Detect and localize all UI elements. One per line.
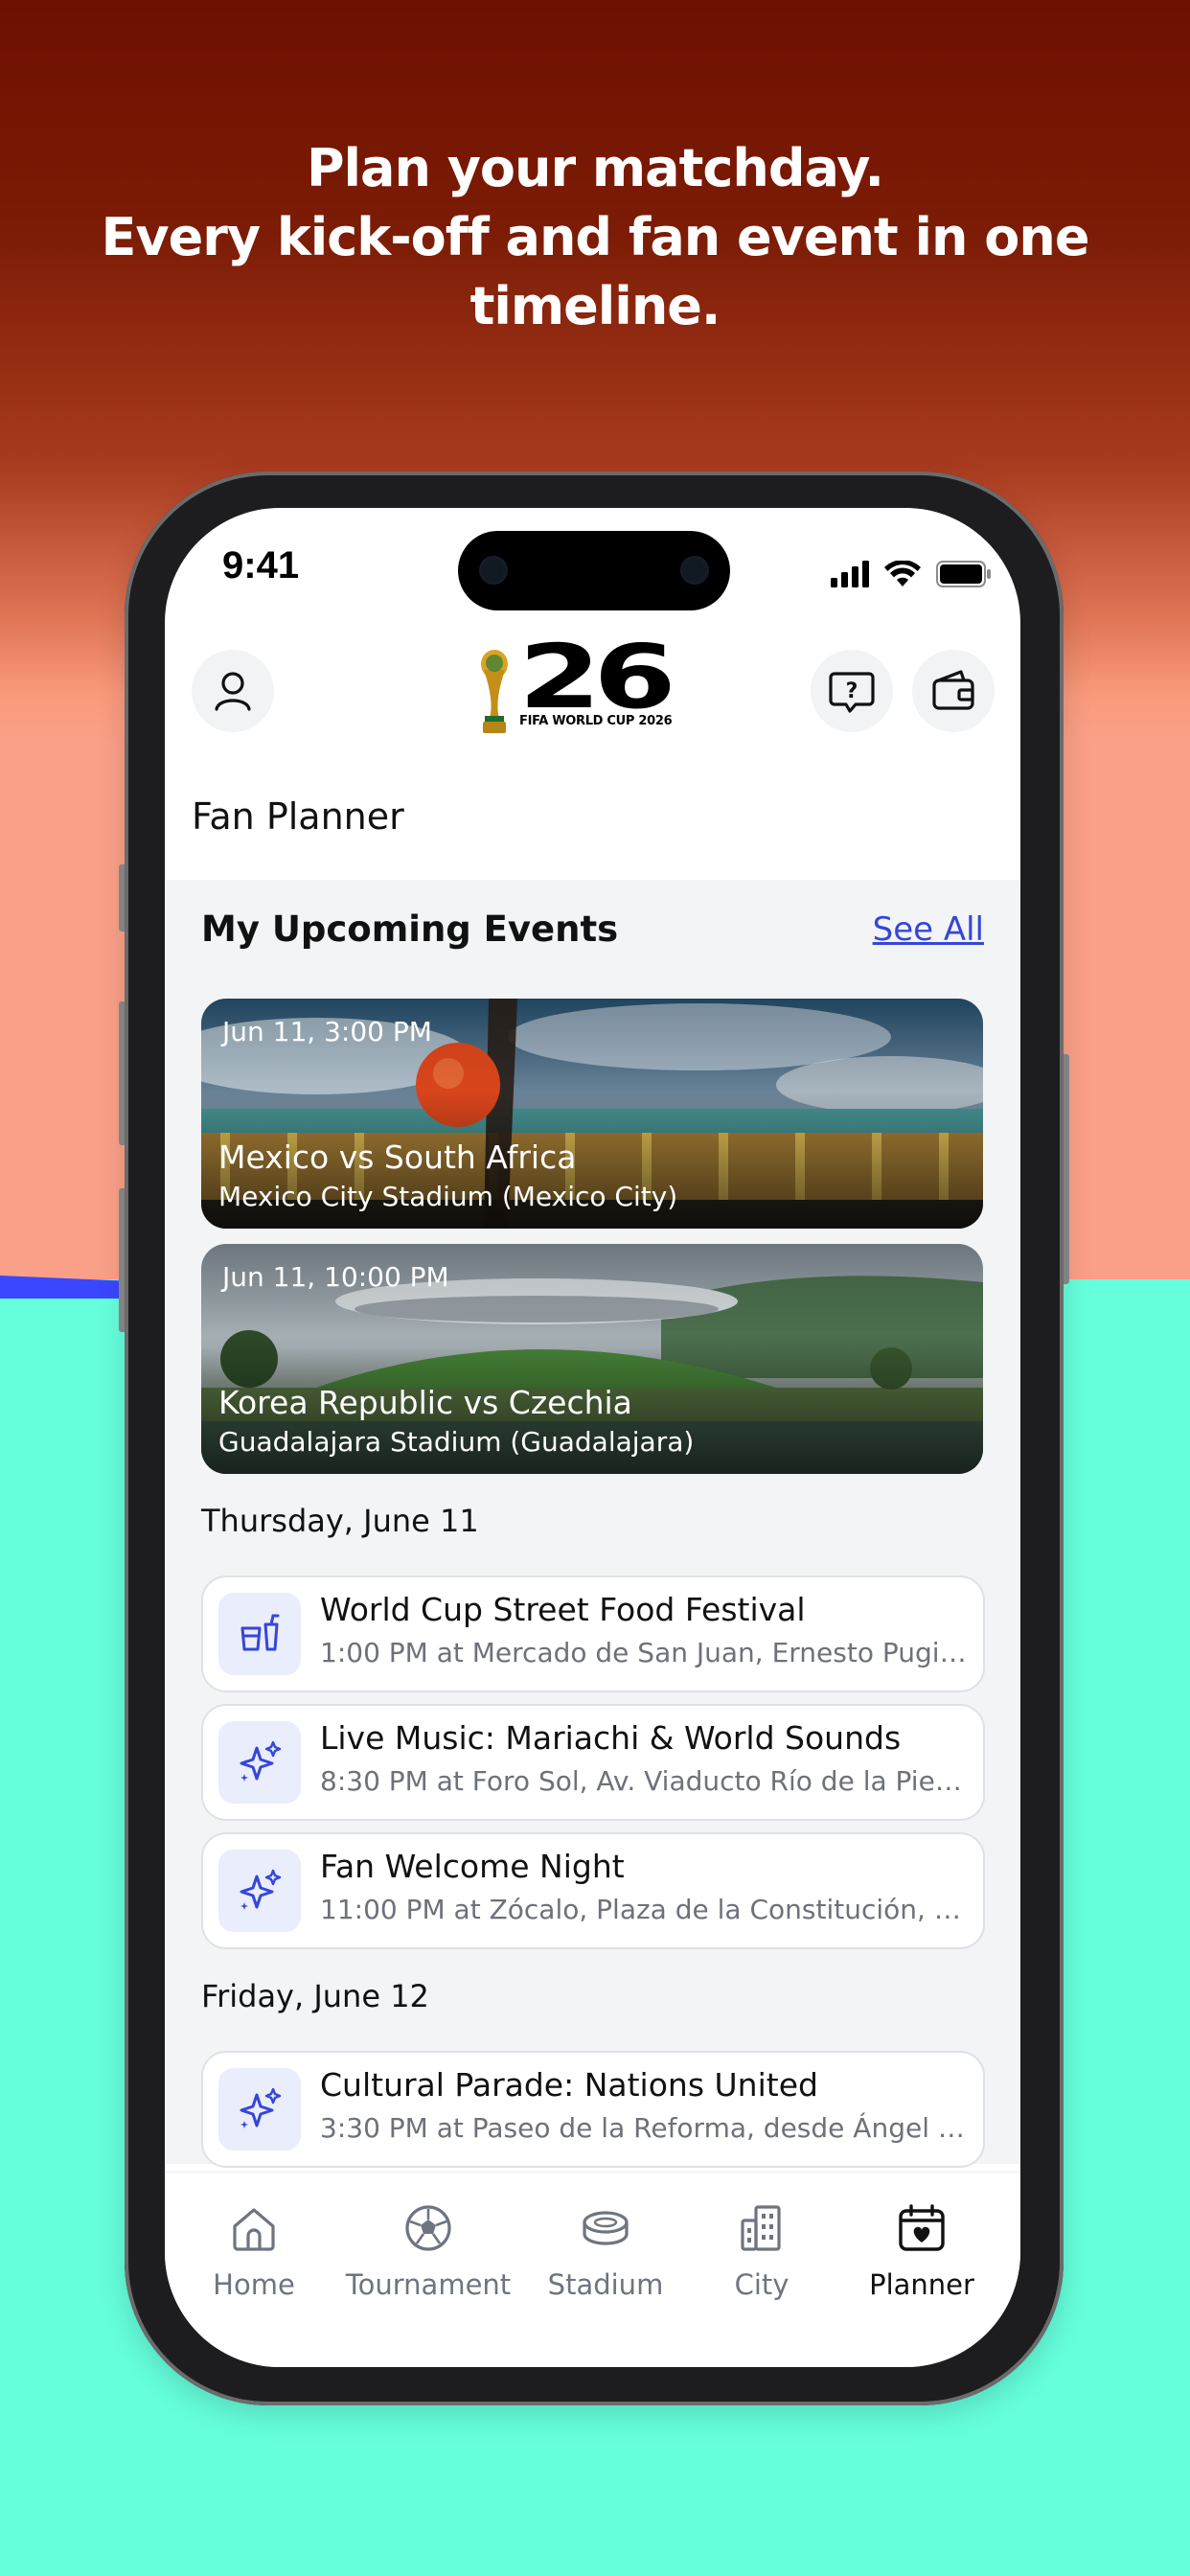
match-time: Jun 11, 10:00 PM [222,1261,449,1293]
match-venue: Guadalajara Stadium (Guadalajara) [218,1426,695,1458]
tab-home[interactable]: Home [213,2201,295,2301]
wallet-icon [932,670,974,710]
calendar-heart-icon [899,2204,945,2251]
home-icon [233,2208,275,2251]
event-time: 11:00 PM [320,1894,446,1925]
tab-label: City [734,2268,790,2301]
event-details: 3:30 PM at Paseo de la Reforma, desde Án… [320,2112,972,2144]
event-card-fan-welcome-night[interactable]: Fan Welcome Night 11:00 PM at Zócalo, Pl… [201,1832,985,1949]
event-details: 11:00 PM at Zócalo, Plaza de la Constitu… [320,1894,972,1925]
match-venue: Mexico City Stadium (Mexico City) [218,1181,678,1212]
promo-headline: Plan your matchday. Every kick-off and f… [0,134,1190,341]
match-card-mexico-south-africa[interactable]: Jun 11, 3:00 PM Mexico vs South Africa M… [201,999,983,1229]
football-icon [405,2205,451,2251]
status-time: 9:41 [222,544,300,586]
tab-label: Home [213,2268,295,2301]
promo-line-1: Plan your matchday. [306,138,884,198]
event-location: at Paseo de la Reforma, desde Ángel de l… [436,2112,972,2144]
event-card-cultural-parade[interactable]: Cultural Parade: Nations United 3:30 PM … [201,2051,985,2168]
event-card-street-food[interactable]: World Cup Street Food Festival 1:00 PM a… [201,1576,985,1692]
event-card-live-music[interactable]: Live Music: Mariachi & World Sounds 8:30… [201,1704,985,1821]
event-time: 8:30 PM [320,1765,428,1797]
help-chat-icon: ? [829,672,875,713]
promo-line-2: Every kick-off and fan event in one [101,207,1090,267]
sparkle-icon [240,2087,282,2128]
wifi-icon [884,561,921,586]
day-label-thursday: Thursday, June 11 [201,1503,479,1539]
event-icon-box [218,2068,301,2150]
match-teams: Korea Republic vs Czechia [218,1384,632,1421]
logo-number: 26 [518,626,676,728]
dynamic-island [458,531,730,610]
event-location: at Foro Sol, Av. Viaducto Río de la Pied… [436,1765,972,1797]
camera-icon [479,556,508,585]
svg-text:?: ? [846,679,858,703]
food-icon [240,1614,280,1651]
tab-label: Tournament [345,2268,512,2301]
event-details: 8:30 PM at Foro Sol, Av. Viaducto Río de… [320,1765,972,1797]
stadium-icon [583,2211,629,2245]
tab-label: Stadium [547,2268,664,2301]
event-details: 1:00 PM at Mercado de San Juan, Ernesto … [320,1637,972,1668]
tab-tournament[interactable]: Tournament [345,2201,512,2301]
event-title: Cultural Parade: Nations United [320,2066,818,2104]
status-icons [831,558,992,590]
tab-label: Planner [869,2268,974,2301]
sensor-icon [680,556,709,585]
event-icon-box [218,1593,301,1675]
tab-stadium[interactable]: Stadium [548,2201,663,2301]
event-icon-box [218,1721,301,1804]
event-title: World Cup Street Food Festival [320,1591,806,1628]
event-location: at Mercado de San Juan, Ernesto Pugibet … [436,1637,972,1668]
user-icon [215,672,251,711]
match-card-korea-czechia[interactable]: Jun 11, 10:00 PM Korea Republic vs Czech… [201,1244,983,1474]
battery-icon [936,561,991,587]
help-button[interactable]: ? [811,650,893,732]
event-time: 1:00 PM [320,1637,428,1668]
tab-planner[interactable]: Planner [868,2201,975,2301]
page-title: Fan Planner [192,795,404,838]
fifa-world-cup-logo: 26 FIFA WORLD CUP 2026 [476,630,706,738]
phone-screen: 9:41 26 FIFA WORLD CUP 2026 ? Fan Planne… [165,508,1020,2367]
event-title: Fan Welcome Night [320,1848,625,1885]
upcoming-events-title: My Upcoming Events [201,908,619,950]
wallet-button[interactable] [912,650,995,732]
signal-icon [831,561,869,587]
planner-content: My Upcoming Events See All Jun 11, 3:00 … [165,880,1020,2168]
city-icon [741,2205,781,2251]
match-time: Jun 11, 3:00 PM [222,1016,432,1047]
match-teams: Mexico vs South Africa [218,1138,577,1176]
promo-line-3: timeline. [469,276,721,336]
tab-city[interactable]: City [719,2201,805,2301]
event-title: Live Music: Mariachi & World Sounds [320,1719,902,1757]
day-label-friday: Friday, June 12 [201,1978,429,2014]
see-all-link[interactable]: See All [873,910,984,949]
event-location: at Zócalo, Plaza de la Constitución, Ciu… [453,1894,972,1925]
event-icon-box [218,1850,301,1932]
trophy-icon [481,650,508,733]
profile-button[interactable] [192,650,274,732]
sparkle-icon [240,1869,282,1910]
sparkle-icon [240,1740,282,1782]
logo-caption: FIFA WORLD CUP 2026 [519,714,673,728]
event-time: 3:30 PM [320,2112,428,2144]
bottom-tab-bar: Home Tournament Stadium City Planner [165,2172,1020,2367]
